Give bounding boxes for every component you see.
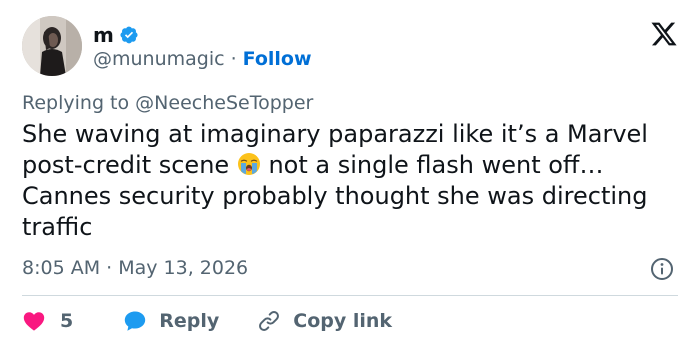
display-name[interactable]: m [93,22,114,48]
reply-button[interactable]: Reply [111,309,219,333]
speech-bubble-icon [123,309,147,333]
tweet-text: She waving at imaginary paparazzi like i… [22,119,687,243]
replying-to-prefix: Replying to [22,92,130,114]
like-button[interactable]: 5 [22,309,73,333]
heart-icon [22,309,46,333]
action-bar: 5 Reply Copy link [22,305,392,337]
author-name-row: m [93,22,139,48]
avatar[interactable] [22,16,82,76]
x-logo-icon[interactable] [650,20,678,48]
copy-link-button[interactable]: Copy link [245,309,392,333]
reply-label: Reply [159,310,220,332]
separator-dot: · [230,48,237,70]
info-icon[interactable] [650,257,674,281]
handle-row: @munumagic · Follow [93,47,312,71]
verified-badge-icon [119,25,139,45]
link-icon [257,309,281,333]
copy-link-label: Copy link [293,310,393,332]
divider [22,295,678,296]
author-handle[interactable]: @munumagic [93,48,225,70]
tweet-timestamp[interactable]: 8:05 AM · May 13, 2026 [22,257,248,279]
loudly-crying-face-icon [237,152,261,176]
replying-to-handle[interactable]: @NeecheSeTopper [135,92,313,114]
replying-to: Replying to @NeecheSeTopper [22,92,313,114]
like-count: 5 [60,310,74,332]
follow-button[interactable]: Follow [243,48,312,70]
